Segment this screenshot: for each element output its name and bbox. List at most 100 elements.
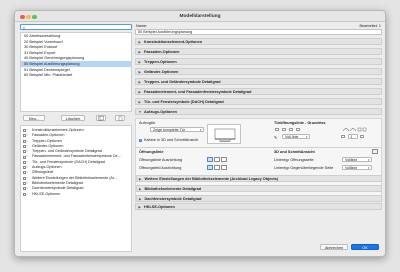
tree-item-label: Treppen- und Geländersymbole Detailgrad [32, 149, 102, 154]
delete-button[interactable]: Löschen [61, 115, 85, 121]
pen-color-swatch[interactable] [341, 134, 345, 138]
ok-button[interactable]: OK [351, 243, 379, 250]
divider [136, 146, 381, 147]
door-preview-image [207, 123, 241, 144]
section-header[interactable]: ▶ Fassadenelement- und Fassadenfenstersym… [135, 88, 382, 95]
tree-item-label: Öffnungslinie [32, 170, 54, 175]
pen-icon: ✎ [274, 135, 278, 140]
section-header[interactable]: ▶ Bibliothekselemente Detailgrad [135, 184, 382, 192]
display-option-2-icon[interactable] [214, 164, 220, 170]
section-title: Fassaden-Optionen [144, 50, 180, 54]
right-pane: Name: Bearbeitet: 1 50 Beispiel Ausführu… [135, 24, 382, 252]
tree-item-label: HKLSE-Optionen [32, 191, 61, 196]
tree-item-label: Tür- und Fenstersymbole (DACH) Detailgra… [32, 159, 105, 164]
aufzug-door-label: Aufzugtür [139, 120, 156, 125]
alignment-option-2-icon[interactable] [214, 156, 220, 162]
section-header[interactable]: ▶ Treppen-Optionen [135, 58, 382, 65]
section-title: Fassadenelement- und Fassadenfenstersymb… [144, 90, 252, 94]
tree-item-label: Aufzugs-Optionen [32, 165, 62, 170]
section-header[interactable]: ▶ Konstruktionselement-Optionen [135, 38, 382, 45]
search-field[interactable]: ⚲ [20, 24, 132, 31]
opening-line-title: Öffnungslinie [139, 149, 164, 154]
window-title: Modelldarstellung [179, 13, 221, 19]
section-header[interactable]: ▶ Weitere Einstellungen der Bibliotheksel… [135, 174, 382, 182]
new-button[interactable]: Neu... [23, 115, 45, 121]
alignment-option-3-icon[interactable] [221, 156, 227, 162]
pen-number-field[interactable]: 1 [348, 133, 358, 139]
section-header[interactable]: ▶ HKLSE-Optionen [135, 203, 382, 210]
display-option-3-icon[interactable] [221, 164, 227, 170]
opening-display-label: Öffnungsfeld Ausrichtung [139, 165, 182, 170]
disclosure-triangle-down-icon: ▼ [138, 110, 142, 114]
section-title: Konstruktionselement-Optionen [144, 40, 203, 44]
cabin-3d-checkbox[interactable]: ✓ [139, 138, 142, 142]
aufzug-door-select[interactable]: Zeige komplette Tür ▾ [150, 126, 204, 132]
chevron-down-icon: ▾ [367, 157, 370, 162]
select-value: Volllinie [345, 157, 358, 162]
opening-pattern-icon[interactable] [342, 126, 368, 132]
line-style-option-icon[interactable] [296, 127, 300, 131]
tree-item-label: Geländer-Optionen [32, 143, 64, 148]
tree-item-label: Bibliothekselemente Detailgrad [32, 180, 83, 185]
section-header[interactable]: ▶ Treppen- und Geländersymbole Detailgrad [135, 78, 382, 85]
line-style-option-icon[interactable] [282, 127, 286, 131]
opposite-line-label: Linientyp Gegenüberliegende Seite [274, 165, 334, 170]
title-bar: Modelldarstellung [15, 11, 385, 22]
section-title: Weitere Einstellungen der Bibliotheksele… [144, 176, 279, 181]
disclosure-triangle-icon: ▶ [139, 186, 142, 191]
disclosure-triangle-icon: ▶ [138, 100, 141, 104]
line-style-option-icon[interactable] [289, 127, 293, 131]
door-opening-title: Türöffnungslinie - Grundriss [274, 120, 326, 125]
disclosure-triangle-icon: ▶ [138, 50, 141, 54]
disclosure-triangle-icon: ▶ [138, 80, 141, 84]
disclosure-triangle-icon: ▶ [138, 70, 141, 74]
name-field[interactable]: 50 Beispiel Ausführungsplanung [135, 29, 382, 35]
disclosure-triangle-icon: ▶ [138, 90, 141, 94]
section-title: Dachfenstersymbole Detailgrad [144, 196, 202, 201]
view-settings-icon[interactable] [372, 148, 378, 154]
view-line-label: Linientyp Öffnungsseite [274, 157, 314, 162]
favorite-item[interactable]: 60 Beispiel Min. Platzbedarf [21, 72, 131, 78]
line-style-option-icon[interactable] [275, 127, 279, 131]
cancel-button[interactable]: Abbrechen [320, 243, 348, 250]
left-pane: ⚲ 00 Arbeitsdarstellung 20 Beispiel Vore… [20, 24, 132, 252]
modelldarstellung-dialog: Modelldarstellung ⚲ 00 Arbeitsdarstellun… [14, 10, 386, 257]
tree-item[interactable]: › HKLSE-Optionen [21, 192, 131, 197]
tree-item-label: Weitere Einstellungen der Bibliotheksele… [32, 175, 117, 180]
select-value: Zeige komplette Tür [153, 127, 185, 132]
duplicate-icon[interactable] [96, 115, 106, 121]
section-title: Treppen- und Geländersymbole Detailgrad [144, 80, 221, 84]
display-option-1-icon[interactable] [207, 164, 213, 170]
section-title: Tür- und Fenstersymbole (DACH) Detailgra… [144, 100, 224, 104]
alignment-option-1-icon[interactable] [207, 156, 213, 162]
options-tree: › Konstruktionselement-Optionen › Fassaden… [20, 125, 132, 252]
section-header-expanded[interactable]: ▼ Aufzugs-Optionen [135, 108, 382, 115]
section-title: Bibliothekselemente Detailgrad [144, 186, 202, 191]
name-row: Name: Bearbeitet: 1 50 Beispiel Ausführu… [135, 24, 382, 36]
chevron-down-icon: ▾ [199, 127, 202, 132]
chevron-down-icon: ▾ [305, 134, 308, 139]
view-line-select[interactable]: Volllinie ▾ [342, 156, 372, 162]
document-icon[interactable] [115, 115, 125, 122]
section-header[interactable]: ▶ Dachfenstersymbole Detailgrad [135, 194, 382, 202]
disclosure-triangle-icon: ▶ [139, 176, 142, 181]
search-icon: ⚲ [22, 25, 26, 31]
chevron-down-icon: ▾ [367, 165, 370, 170]
disclosure-triangle-icon: ▶ [139, 196, 142, 201]
disclosure-triangle-icon: ▶ [138, 60, 141, 64]
favorites-button-row: Neu... Löschen [20, 115, 132, 122]
section-header[interactable]: ▶ Geländer-Optionen [135, 68, 382, 75]
line-type-select[interactable]: Voll-linie ▾ [282, 133, 310, 139]
opposite-line-select[interactable]: Volllinie ▾ [342, 164, 372, 170]
section-title: Treppen-Optionen [144, 60, 177, 64]
disclosure-triangle-icon: ▶ [138, 205, 141, 209]
favorites-list: 00 Arbeitsdarstellung 20 Beispiel Vorent… [20, 32, 132, 112]
opening-alignment-label: Öffnungslinie Ausrichtung [139, 157, 182, 162]
section-title: HKLSE-Optionen [144, 205, 175, 209]
section-header[interactable]: ▶ Tür- und Fenstersymbole (DACH) Detailgr… [135, 98, 382, 105]
aufzug-options-panel: Aufzugtür Zeige komplette Tür ▾ ✓ Kabine … [135, 117, 382, 202]
cabin-3d-label: Kabine in 3D und SchnittAnsicht [144, 138, 199, 142]
section-title: Geländer-Optionen [144, 70, 179, 74]
section-header[interactable]: ▶ Fassaden-Optionen [135, 48, 382, 55]
pen-settings-icon[interactable] [360, 134, 364, 138]
